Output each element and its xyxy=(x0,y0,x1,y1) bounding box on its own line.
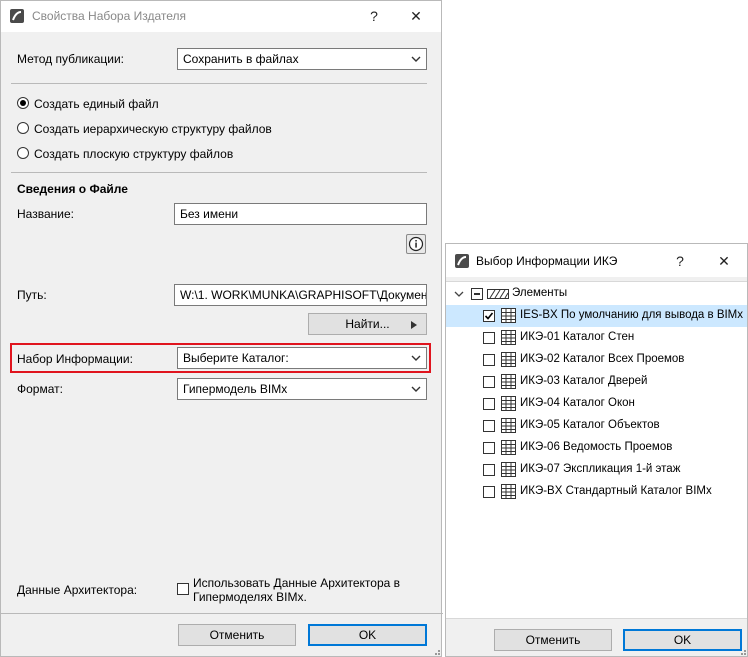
catalog-row[interactable]: ИКЭ-03 Каталог Дверей xyxy=(446,371,747,393)
catalog-label: ИКЭ-06 Ведомость Проемов xyxy=(520,441,673,453)
architect-data-checkbox-label: Использовать Данные Архитектора в Гиперм… xyxy=(193,576,401,604)
schedule-table-icon xyxy=(501,484,516,499)
tree-root-checkbox[interactable] xyxy=(471,288,483,300)
ike-selection-dialog: Выбор Информации ИКЭ ? ✕ Элементы IES-BX… xyxy=(445,243,748,657)
ok-button[interactable]: OK xyxy=(623,629,742,651)
catalog-row[interactable]: ИКЭ-05 Каталог Объектов xyxy=(446,415,747,437)
schedule-table-icon xyxy=(501,396,516,411)
catalog-checkbox[interactable] xyxy=(483,420,495,432)
catalog-label: ИКЭ-04 Каталог Окон xyxy=(520,397,635,409)
elements-hatch-icon xyxy=(487,289,509,299)
close-button[interactable]: ✕ xyxy=(712,251,736,271)
close-button[interactable]: ✕ xyxy=(404,6,428,26)
file-info-header: Сведения о Файле xyxy=(17,182,128,196)
radio-single-file-label: Создать единый файл xyxy=(34,97,159,111)
archicad-logo-icon xyxy=(10,9,24,23)
format-label: Формат: xyxy=(17,382,63,396)
catalog-checkbox[interactable] xyxy=(483,376,495,388)
path-label: Путь: xyxy=(17,288,47,302)
catalog-row[interactable]: ИКЭ-02 Каталог Всех Проемов xyxy=(446,349,747,371)
chevron-down-icon xyxy=(411,386,421,392)
publisher-properties-dialog: Свойства Набора Издателя ? ✕ Метод публи… xyxy=(0,0,443,657)
divider xyxy=(11,172,427,173)
schedule-table-icon xyxy=(501,462,516,477)
path-field[interactable]: W:\1. WORK\MUNKA\GRAPHISOFT\Документы\ xyxy=(174,284,427,306)
radio-hierarchical-label: Создать иерархическую структуру файлов xyxy=(34,122,272,136)
divider xyxy=(1,613,443,614)
catalog-label: ИКЭ-02 Каталог Всех Проемов xyxy=(520,353,685,365)
radio-flat[interactable] xyxy=(17,147,29,159)
radio-single-file[interactable] xyxy=(17,97,29,109)
name-label: Название: xyxy=(17,207,74,221)
find-button-label: Найти... xyxy=(345,317,390,331)
catalog-label: ИКЭ-BX Стандартный Каталог BIMx xyxy=(520,485,712,497)
chevron-down-icon[interactable] xyxy=(454,289,464,299)
catalog-checkbox[interactable] xyxy=(483,398,495,410)
catalog-checkbox[interactable] xyxy=(483,332,495,344)
architect-data-label: Данные Архитектора: xyxy=(17,583,138,597)
info-button[interactable] xyxy=(406,234,426,254)
tree-root-row[interactable]: Элементы xyxy=(446,283,747,305)
catalog-label: ИКЭ-01 Каталог Стен xyxy=(520,331,635,343)
ok-button[interactable]: OK xyxy=(308,624,427,646)
play-arrow-icon xyxy=(411,321,417,329)
help-button[interactable]: ? xyxy=(362,6,386,26)
format-select[interactable]: Гипермодель BIMx xyxy=(177,378,427,400)
catalog-checkbox[interactable] xyxy=(483,486,495,498)
info-tree[interactable]: Элементы IES-BX По умолчанию для вывода … xyxy=(446,281,747,619)
cancel-button[interactable]: Отменить xyxy=(178,624,296,646)
checkmark-icon xyxy=(484,312,494,320)
publish-method-label: Метод публикации: xyxy=(17,52,124,66)
catalog-row[interactable]: ИКЭ-BX Стандартный Каталог BIMx xyxy=(446,481,747,503)
title-bar: Свойства Набора Издателя ? ✕ xyxy=(1,1,441,32)
chevron-down-icon xyxy=(411,56,421,62)
info-icon xyxy=(408,236,424,252)
divider xyxy=(11,83,427,84)
schedule-table-icon xyxy=(501,418,516,433)
publish-method-select[interactable]: Сохранить в файлах xyxy=(177,48,427,70)
catalog-row[interactable]: ИКЭ-01 Каталог Стен xyxy=(446,327,747,349)
publish-method-value: Сохранить в файлах xyxy=(183,52,299,66)
info-set-value: Выберите Каталог: xyxy=(183,351,289,365)
tree-root-label: Элементы xyxy=(512,287,568,299)
info-set-select[interactable]: Выберите Каталог: xyxy=(177,347,427,369)
find-button[interactable]: Найти... xyxy=(308,313,427,335)
catalog-checkbox[interactable] xyxy=(483,310,495,322)
cancel-button[interactable]: Отменить xyxy=(494,629,612,651)
catalog-checkbox[interactable] xyxy=(483,442,495,454)
radio-flat-label: Создать плоскую структуру файлов xyxy=(34,147,234,161)
schedule-table-icon xyxy=(501,330,516,345)
catalog-row[interactable]: IES-BX По умолчанию для вывода в BIMx xyxy=(446,305,747,327)
archicad-logo-icon xyxy=(455,254,469,268)
catalog-row[interactable]: ИКЭ-07 Экспликация 1-й этаж xyxy=(446,459,747,481)
help-button[interactable]: ? xyxy=(668,251,692,271)
catalog-checkbox[interactable] xyxy=(483,354,495,366)
catalog-row[interactable]: ИКЭ-04 Каталог Окон xyxy=(446,393,747,415)
resize-grip-icon[interactable] xyxy=(431,646,441,656)
schedule-table-icon xyxy=(501,308,516,323)
chevron-down-icon xyxy=(411,355,421,361)
catalog-checkbox[interactable] xyxy=(483,464,495,476)
schedule-table-icon xyxy=(501,440,516,455)
schedule-table-icon xyxy=(501,374,516,389)
title-bar: Выбор Информации ИКЭ ? ✕ xyxy=(446,244,747,277)
dialog-title: Выбор Информации ИКЭ xyxy=(476,254,618,268)
catalog-label: ИКЭ-05 Каталог Объектов xyxy=(520,419,660,431)
catalog-row[interactable]: ИКЭ-06 Ведомость Проемов xyxy=(446,437,747,459)
architect-data-checkbox[interactable] xyxy=(177,583,189,595)
schedule-table-icon xyxy=(501,352,516,367)
radio-hierarchical[interactable] xyxy=(17,122,29,134)
info-set-label: Набор Информации: xyxy=(17,352,133,366)
dialog-title: Свойства Набора Издателя xyxy=(32,9,187,23)
format-value: Гипермодель BIMx xyxy=(183,382,288,396)
catalog-label: ИКЭ-03 Каталог Дверей xyxy=(520,375,648,387)
catalog-label: IES-BX По умолчанию для вывода в BIMx xyxy=(520,309,744,321)
catalog-label: ИКЭ-07 Экспликация 1-й этаж xyxy=(520,463,681,475)
name-field[interactable]: Без имени xyxy=(174,203,427,225)
resize-grip-icon[interactable] xyxy=(737,646,747,656)
